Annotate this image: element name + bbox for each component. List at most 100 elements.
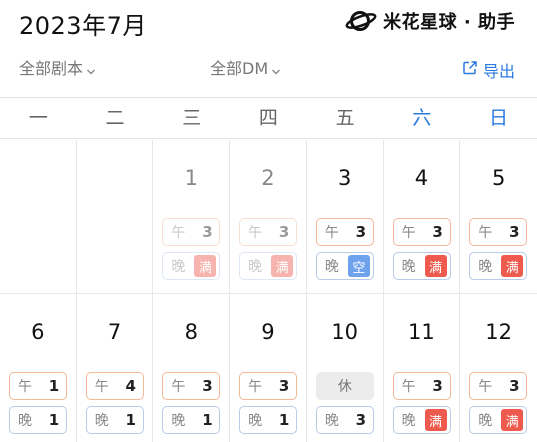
weekday-label: 五	[335, 107, 355, 129]
night-label: 晚	[478, 413, 493, 429]
empty-day-cell	[76, 140, 154, 294]
day-number: 2	[261, 166, 275, 190]
dm-filter-dropdown[interactable]: 全部DM	[210, 55, 281, 79]
noon-count: 3	[432, 223, 443, 241]
noon-slot[interactable]: 午3	[392, 218, 451, 246]
night-label: 晚	[401, 259, 416, 275]
night-slot[interactable]: 晚1	[85, 406, 144, 434]
script-filter-label: 全部剧本	[19, 59, 84, 78]
day-number: 12	[485, 320, 512, 344]
night-slot[interactable]: 晚1	[239, 406, 298, 434]
noon-count: 3	[355, 223, 367, 241]
noon-label: 午	[94, 379, 109, 395]
night-slot[interactable]: 晚满	[392, 406, 451, 434]
weekday-header: 一 二 三 四 五 六 日	[0, 97, 537, 139]
noon-label: 午	[478, 225, 493, 241]
noon-label: 午	[401, 225, 416, 241]
calendar-grid: 1午3晚满2午3晚满3午3晚空4午3晚满5午3晚满6午1晚17午4晚18午3晚1…	[0, 140, 537, 442]
day-cell[interactable]: 3午3晚空	[306, 140, 384, 294]
day-cell[interactable]: 2 午3 晚满	[230, 140, 307, 294]
planet-logo-icon	[345, 9, 377, 33]
night-label: 晚	[401, 413, 416, 429]
weekday-label: 四	[258, 107, 278, 129]
noon-slot[interactable]: 午3	[469, 372, 528, 400]
day-cell[interactable]: 6 午1 晚1	[0, 294, 77, 442]
night-slot[interactable]: 晚3	[315, 406, 374, 434]
noon-slot[interactable]: 午3	[239, 372, 298, 400]
filter-bar: 全部剧本 全部DM 导出	[0, 52, 537, 82]
full-status-tag: 满	[424, 409, 447, 431]
noon-slot[interactable]: 午3	[469, 218, 528, 246]
night-label: 晚	[171, 259, 186, 275]
empty-day-cell	[0, 140, 77, 294]
chevron-down-icon	[86, 62, 96, 75]
noon-count: 3	[202, 377, 213, 395]
noon-count: 3	[509, 377, 520, 395]
noon-count: 3	[509, 223, 520, 241]
night-label: 晚	[248, 259, 263, 275]
noon-label: 午	[248, 225, 263, 241]
noon-slot[interactable]: 午3	[239, 218, 298, 246]
brand-name: 米花星球 · 助手	[383, 12, 515, 33]
export-button[interactable]: 导出	[462, 58, 515, 82]
export-label: 导出	[482, 62, 515, 81]
noon-slot[interactable]: 午3	[315, 218, 374, 246]
weekday-label: 二	[105, 107, 125, 129]
day-number: 11	[408, 320, 435, 344]
day-number: 4	[414, 166, 429, 190]
day-number: 6	[31, 320, 45, 344]
noon-count: 3	[278, 377, 290, 395]
night-slot[interactable]: 晚1	[9, 406, 67, 434]
noon-slot[interactable]: 午3	[162, 218, 221, 246]
noon-slot[interactable]: 午1	[9, 372, 67, 400]
day-number: 3	[338, 166, 352, 190]
night-count: 1	[48, 411, 60, 429]
noon-count: 3	[432, 377, 443, 395]
night-slot[interactable]: 晚1	[162, 406, 221, 434]
night-label: 晚	[94, 413, 109, 429]
day-cell[interactable]: 10 休晚 3	[307, 294, 384, 442]
month-title[interactable]: 2023年7月	[19, 6, 147, 41]
weekday-label: 日	[488, 107, 508, 129]
night-slot[interactable]: 晚满	[392, 252, 451, 280]
day-number: 8	[184, 320, 198, 344]
weekday-label: 一	[28, 107, 48, 129]
export-icon	[462, 60, 478, 80]
rest-label: 休	[337, 379, 352, 395]
day-cell[interactable]: 7 午4 晚1	[77, 294, 154, 442]
noon-count: 4	[125, 377, 136, 395]
night-slot[interactable]: 晚满	[469, 252, 528, 280]
dm-filter-label: 全部DM	[210, 59, 269, 78]
noon-count: 1	[48, 377, 60, 395]
night-slot[interactable]: 晚满	[162, 252, 221, 280]
header: 2023年7月 米花星球 · 助手	[0, 0, 537, 44]
day-cell[interactable]: 1 午3 晚满	[153, 140, 231, 294]
noon-slot[interactable]: 午4	[85, 372, 144, 400]
day-number: 5	[491, 166, 506, 190]
day-cell[interactable]: 4 午3 晚满	[383, 140, 461, 294]
weekday-label: 六	[412, 107, 432, 129]
full-status-tag: 满	[194, 255, 217, 277]
free-status-tag: 空	[347, 255, 370, 277]
night-slot[interactable]: 晚满	[469, 406, 528, 434]
noon-slot[interactable]: 午3	[392, 372, 451, 400]
script-filter-dropdown[interactable]: 全部剧本	[19, 55, 96, 79]
noon-label: 午	[171, 225, 186, 241]
full-status-tag: 满	[424, 255, 447, 277]
day-cell[interactable]: 11 午 3 晚满	[384, 294, 461, 442]
noon-slot[interactable]: 午3	[162, 372, 221, 400]
night-slot[interactable]: 晚满	[239, 252, 298, 280]
night-count: 3	[355, 411, 367, 429]
chevron-down-icon	[271, 62, 281, 75]
day-cell[interactable]: 8 午3 晚1	[153, 294, 231, 442]
rest-day-badge[interactable]: 休	[315, 372, 374, 400]
day-cell[interactable]: 9 午3 晚1	[230, 294, 307, 442]
day-cell[interactable]: 12 午 3 晚满	[460, 294, 537, 442]
night-slot[interactable]: 晚空	[315, 252, 374, 280]
noon-count: 3	[278, 223, 290, 241]
noon-label: 午	[478, 379, 493, 395]
noon-label: 午	[171, 379, 186, 395]
night-label: 晚	[171, 413, 186, 429]
full-status-tag: 满	[271, 255, 294, 277]
day-cell[interactable]: 5 午3 晚满	[460, 140, 537, 294]
